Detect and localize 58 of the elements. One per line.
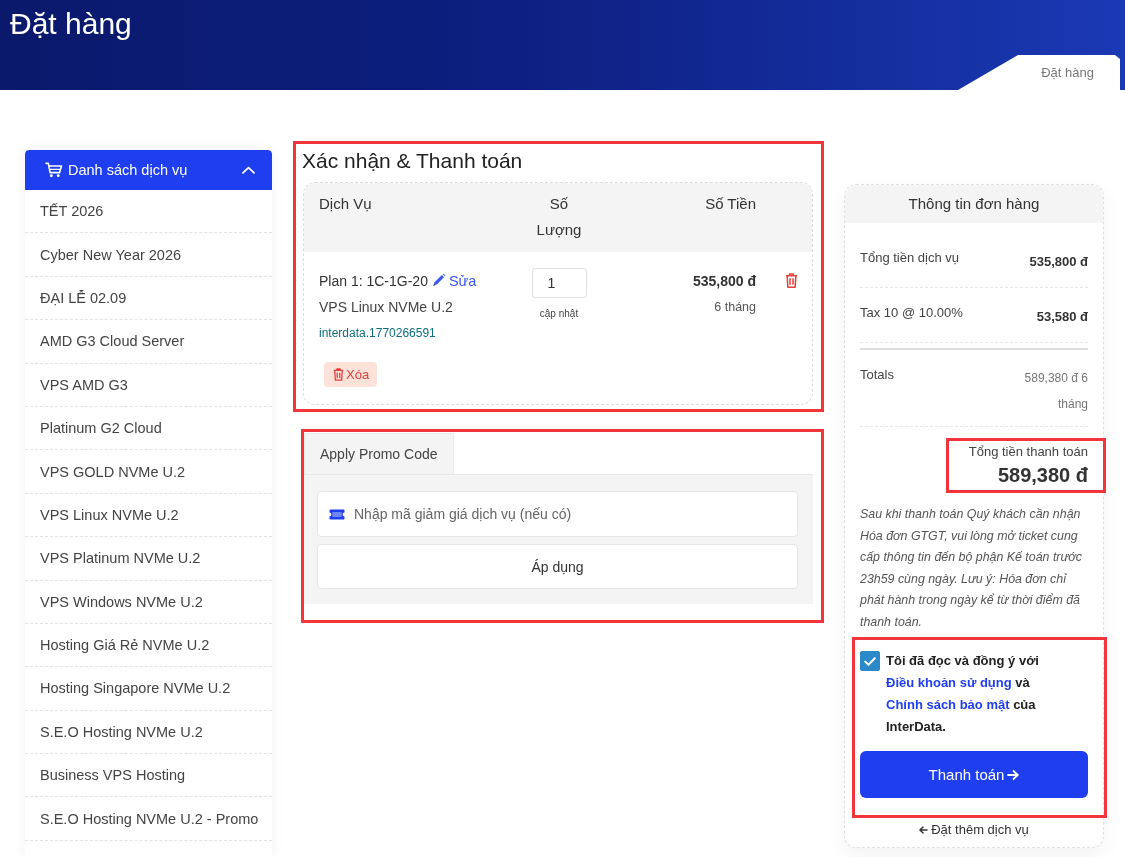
sidebar-item[interactable]: Platinum G2 Cloud: [25, 406, 272, 451]
cart-icon: [45, 162, 63, 178]
add-service-link[interactable]: Đặt thêm dịch vụ: [860, 820, 1088, 840]
price-text: 535,800 đ: [691, 272, 756, 291]
apply-button[interactable]: Áp dụng: [317, 544, 798, 589]
column-header: Số Lượng: [535, 194, 583, 240]
summary-value: 53,580 đ: [1036, 308, 1088, 326]
update-link[interactable]: cập nhật: [539, 306, 579, 322]
sidebar-item[interactable]: ĐẠI LỄ 02.09: [25, 276, 272, 321]
plan-name: Plan 1: 1C-1G-20: [319, 273, 428, 289]
sidebar-item[interactable]: TẾT 2026: [25, 190, 272, 234]
quantity-field[interactable]: 1: [531, 268, 587, 298]
sidebar-item[interactable]: Cyber New Year 2026: [25, 233, 272, 277]
sidebar-item[interactable]: VPS GOLD NVMe U.2: [25, 450, 272, 494]
sidebar-item[interactable]: VPS Linux NVMe U.2: [25, 493, 272, 538]
sidebar-item[interactable]: Hosting Singapore NVMe U.2: [25, 667, 272, 711]
summary-label: Tax 10 @ 10.00%: [860, 304, 963, 322]
checkmark-icon: [864, 656, 876, 666]
arrow-right-icon: [1007, 769, 1020, 780]
edit-link[interactable]: Sửa: [431, 273, 477, 289]
pay-button[interactable]: Thanh toán: [860, 751, 1088, 798]
sidebar-item[interactable]: VPS AMD G3: [25, 363, 272, 407]
summary-value: 589,380 đ 6 tháng: [1023, 370, 1088, 413]
period-text: 6 tháng: [713, 299, 756, 316]
delete-button[interactable]: [785, 273, 798, 288]
page-title: Đặt hàng: [10, 6, 132, 42]
promo-tab[interactable]: Apply Promo Code: [304, 433, 454, 474]
panel-title: Thông tin đơn hàng: [845, 185, 1103, 223]
sidebar-item[interactable]: Hosting Giá Rẻ NVMe U.2: [25, 623, 272, 668]
trash-icon: [785, 273, 798, 288]
sidebar-item[interactable]: Business VPS Hosting: [25, 754, 272, 798]
grand-total-label: Tổng tiền thanh toán: [968, 443, 1088, 461]
product-name: VPS Linux NVMe U.2: [319, 298, 454, 317]
breadcrumb-tab[interactable]: Đặt hàng: [958, 55, 1120, 90]
sidebar-item[interactable]: S.E.O Hosting NVMe U.2: [25, 710, 272, 755]
section-title: Xác nhận & Thanh toán: [302, 148, 524, 174]
summary-label: Totals: [860, 366, 894, 384]
sidebar-item[interactable]: S.E.O Hosting NVMe U.2 - Promo: [25, 797, 272, 841]
policy-link[interactable]: Điều khoản sử dụng: [886, 675, 1012, 690]
hostname-text: interdata.1770266591: [319, 325, 437, 342]
pencil-icon: [431, 273, 446, 287]
agreement-text: Tôi đã đọc và đồng ý với Điều khoản sử dụng và Chính sách bảo mật của InterData.: [886, 652, 1040, 736]
promo-code-field[interactable]: Nhập mã giảm giá dịch vụ (nếu có): [317, 491, 798, 537]
arrow-left-icon: [919, 826, 929, 834]
summary-value: 535,800 đ: [1029, 253, 1088, 271]
invoice-note: Sau khi thanh toán Quý khách cần nhận Hóa đơn GTGT, vui lòng mở ticket cung cấp thông tin đến bộ phận Kế toán trước 23h59 cùng ngày. Lưu ý: Hóa đơn chỉ phát hành trong ngày kể từ thời điểm đã thanh toán.: [860, 506, 1083, 631]
grand-total-value: 589,380 đ: [996, 463, 1088, 488]
trash-icon: [333, 368, 344, 381]
sidebar-item[interactable]: AMD G3 Cloud Server: [25, 320, 272, 364]
sidebar-item[interactable]: VPS Windows NVMe U.2: [25, 580, 272, 624]
ticket-icon: [329, 509, 345, 520]
policy-link[interactable]: Chính sách bảo mật: [886, 697, 1010, 712]
agree-checkbox[interactable]: [860, 651, 880, 671]
column-header: Dịch Vụ: [319, 195, 372, 212]
column-header: Số Tiền: [705, 195, 756, 212]
summary-label: Tổng tiền dịch vụ: [860, 249, 959, 267]
category-toggle[interactable]: Danh sách dịch vụ: [25, 150, 272, 190]
sidebar-item[interactable]: VPS Platinum NVMe U.2: [25, 537, 272, 581]
